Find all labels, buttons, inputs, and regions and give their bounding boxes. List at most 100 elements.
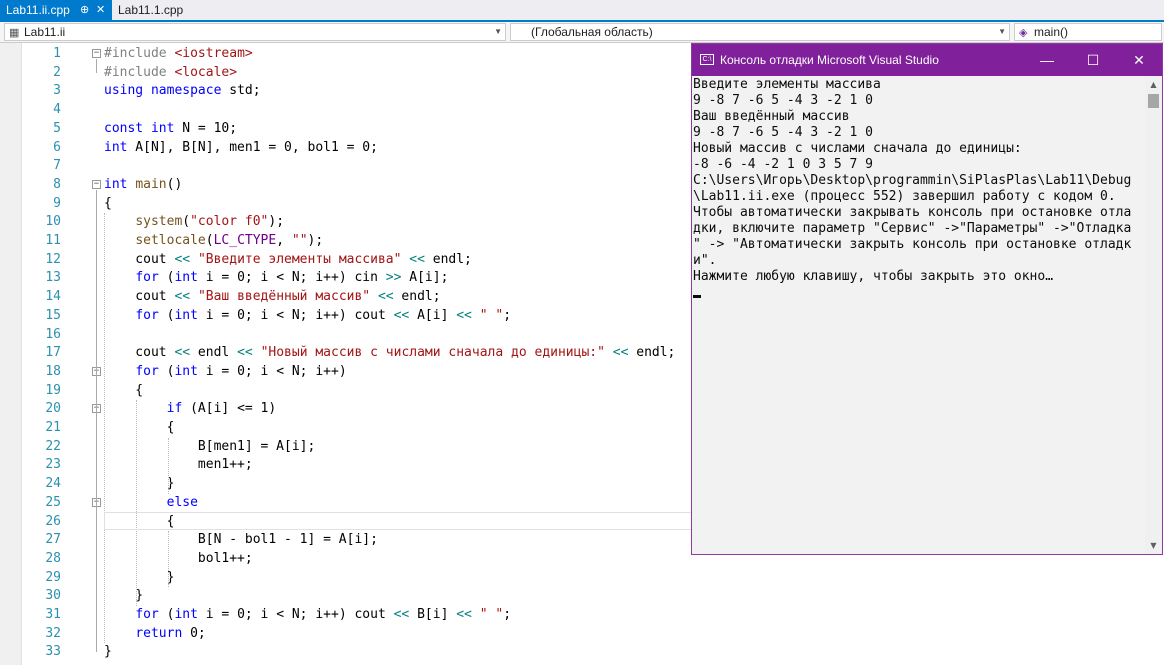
code-text: else [104, 494, 198, 513]
line-number: 20 [45, 401, 61, 417]
code-token: for [135, 607, 159, 622]
project-dropdown[interactable]: ▦ Lab11.ii ▼ [4, 23, 506, 41]
code-token: std; [221, 83, 261, 99]
scroll-down-icon[interactable]: ▼ [1145, 537, 1162, 554]
line-number: 21 [45, 420, 61, 435]
code-text: int main() [104, 176, 182, 195]
tab-lab11-ii-cpp[interactable]: Lab11.ii.cpp ⊕ ✕ [0, 0, 112, 20]
close-tab-icon[interactable]: ✕ [96, 0, 105, 20]
code-text: system("color f0"); [104, 213, 284, 232]
code-token: A[i] [409, 307, 457, 323]
line-number: 32 [45, 625, 61, 641]
code-line[interactable]: 29 } [0, 569, 1164, 588]
console-line: 9 -8 7 -6 5 -4 3 -2 1 0 [693, 93, 874, 108]
code-token: << [393, 307, 410, 323]
close-button[interactable]: ✕ [1116, 44, 1162, 76]
project-icon: ▦ [9, 27, 20, 39]
indent-guide [168, 437, 169, 494]
code-token: << [174, 289, 191, 305]
maximize-button[interactable]: ☐ [1070, 44, 1116, 76]
code-token: endl; [424, 251, 472, 267]
code-token: const [104, 120, 144, 136]
scroll-up-icon[interactable]: ▲ [1145, 76, 1162, 93]
line-number: 7 [53, 158, 61, 174]
code-token: for [135, 307, 159, 323]
minimize-button[interactable]: — [1024, 44, 1070, 76]
code-token: , [276, 233, 292, 248]
line-number: 31 [45, 607, 61, 622]
debug-console-window[interactable]: C:\ Консоль отладки Microsoft Visual Stu… [691, 43, 1163, 555]
console-line: и". [693, 253, 717, 268]
code-token: i = 0; i < N; i++) [197, 363, 347, 379]
fold-guide [96, 507, 97, 578]
code-token: return [135, 625, 183, 641]
code-token: << [174, 251, 191, 267]
code-token: (A[i] <= 1) [182, 401, 277, 417]
code-token: } [104, 644, 112, 660]
line-number: 1 [53, 46, 61, 61]
code-token: } [104, 476, 175, 492]
line-number: 24 [45, 476, 61, 492]
code-token: men1++; [104, 457, 253, 473]
method-icon: ◈ [1019, 27, 1028, 39]
code-line[interactable]: 31 for (int i = 0; i < N; i++) cout << B… [0, 606, 1164, 625]
code-token: >> [385, 270, 402, 286]
code-text: for (int i = 0; i < N; i++) [104, 363, 347, 382]
current-line-highlight [104, 512, 694, 530]
collapse-icon[interactable]: − [92, 49, 101, 58]
chevron-down-icon: ▼ [998, 27, 1006, 36]
code-text: for (int i = 0; i < N; i++) cout << A[i]… [104, 307, 511, 326]
code-token: A[N], B[N], men1 = 0, bol1 = 0; [127, 139, 378, 155]
console-title-bar[interactable]: C:\ Консоль отладки Microsoft Visual Stu… [692, 44, 1162, 76]
collapse-icon[interactable]: − [92, 179, 101, 189]
code-text: cout << endl << "Новый массив с числами … [104, 344, 675, 363]
code-token: int [174, 270, 198, 286]
code-text: cout << "Введите элементы массива" << en… [104, 251, 472, 270]
code-token: #include [104, 46, 175, 61]
code-token: << [409, 251, 425, 267]
code-token: 0; [182, 625, 206, 641]
code-token: << [237, 345, 253, 361]
code-token: B[i] [409, 607, 457, 622]
code-line[interactable]: 33} [0, 643, 1164, 662]
console-line: дки, включите параметр "Сервис" ->"Парам… [693, 221, 1132, 236]
code-line[interactable]: 30 } [0, 587, 1164, 606]
tab-lab11-1-cpp[interactable]: Lab11.1.cpp [112, 0, 192, 20]
navigation-bar: ▦ Lab11.ii ▼ (Глобальная область) ▼ ◈ main… [0, 22, 1164, 43]
indent-guide [104, 213, 105, 644]
console-cursor [693, 295, 701, 298]
code-text: cout << "Ваш введённый массив" << endl; [104, 288, 440, 307]
code-token: { [104, 420, 175, 435]
line-number: 29 [45, 569, 61, 585]
code-text: { [104, 419, 175, 438]
line-number: 28 [45, 550, 61, 566]
console-scrollbar[interactable]: ▲ ▼ [1145, 76, 1162, 554]
code-token: LC_CTYPE [213, 233, 277, 248]
line-number: 18 [45, 363, 61, 379]
pin-icon[interactable]: ⊕ [80, 0, 89, 20]
member-dropdown[interactable]: ◈ main() [1014, 23, 1162, 41]
scrollbar-thumb[interactable] [1148, 94, 1159, 108]
console-title: Консоль отладки Microsoft Visual Studio [720, 53, 939, 67]
line-number: 30 [45, 588, 61, 604]
scope-dropdown[interactable]: (Глобальная область) ▼ [510, 23, 1010, 41]
code-token: "color f0" [190, 214, 269, 230]
code-token: i = 0; i < N; i++) cin [197, 270, 386, 286]
line-number: 5 [53, 120, 61, 136]
code-token: system [135, 214, 183, 230]
chevron-down-icon: ▼ [494, 27, 502, 36]
line-number: 12 [45, 251, 61, 267]
code-token: i = 0; i < N; i++) cout [197, 307, 394, 323]
code-line[interactable]: 32 return 0; [0, 625, 1164, 644]
code-token: int [104, 139, 128, 155]
line-number: 16 [45, 326, 61, 342]
code-token: int [174, 307, 198, 323]
console-output[interactable]: Введите элементы массива 9 -8 7 -6 5 -4 3… [692, 76, 1145, 554]
